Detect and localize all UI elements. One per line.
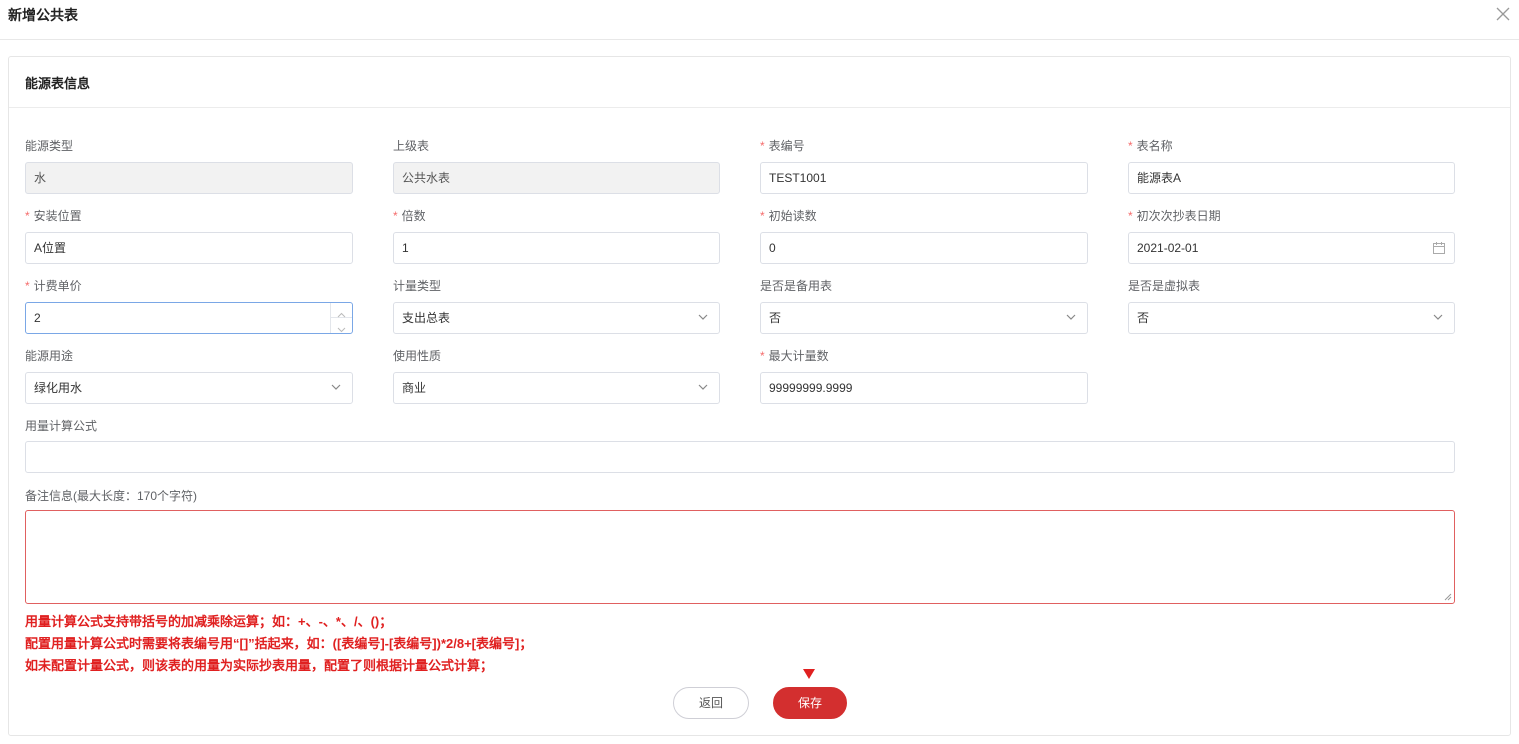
label-energy-type: 能源类型 (25, 139, 74, 153)
formula-input[interactable] (25, 441, 1455, 473)
label-remark: 备注信息(最大长度：170个字符) (25, 489, 198, 503)
label-max-count: * 最大计量数 (760, 349, 829, 363)
metering-type-select[interactable]: 支出总表 (393, 302, 720, 334)
dialog-header: 新增公共表 (0, 0, 1519, 40)
label-unit-price: * 计费单价 (25, 279, 82, 293)
label-meter-no: * 表编号 (760, 139, 805, 153)
multiplier-input[interactable]: 1 (393, 232, 720, 264)
energy-type-input: 水 (25, 162, 353, 194)
chevron-down-icon (331, 384, 341, 390)
formula-help-notes: 用量计算公式支持带括号的加减乘除运算；如：+、-、*、/、()； 配置用量计算公… (25, 611, 532, 677)
usage-nature-select[interactable]: 商业 (393, 372, 720, 404)
chevron-down-icon (1066, 314, 1076, 320)
stepper-controls (330, 303, 352, 333)
label-metering-type: 计量类型 (393, 279, 442, 293)
label-is-virtual: 是否是虚拟表 (1128, 279, 1201, 293)
label-energy-usage: 能源用途 (25, 349, 74, 363)
is-virtual-select[interactable]: 否 (1128, 302, 1455, 334)
meter-name-input[interactable]: 能源表A (1128, 162, 1455, 194)
unit-price-stepper[interactable]: 2 (25, 302, 353, 334)
dialog-title: 新增公共表 (8, 7, 78, 23)
remark-textarea[interactable] (25, 510, 1455, 604)
save-button[interactable]: 保存 (773, 687, 847, 719)
chevron-down-icon (698, 314, 708, 320)
label-multiplier: * 倍数 (393, 209, 426, 223)
note-line: 配置用量计算公式时需要将表编号用“[]”括起来，如：([表编号]-[表编号])*… (25, 636, 533, 651)
label-parent-meter: 上级表 (393, 139, 430, 153)
chevron-down-icon (1433, 314, 1443, 320)
calendar-icon[interactable] (1432, 241, 1446, 255)
parent-meter-input: 公共水表 (393, 162, 720, 194)
energy-usage-select[interactable]: 绿化用水 (25, 372, 353, 404)
increment-button[interactable] (331, 303, 352, 318)
install-location-input[interactable]: A位置 (25, 232, 353, 264)
note-line: 如未配置计量公式，则该表的用量为实际抄表用量，配置了则根据计量公式计算； (25, 658, 494, 673)
decrement-button[interactable] (331, 318, 352, 333)
first-read-date-picker[interactable]: 2021-02-01 (1128, 232, 1455, 264)
triangle-pointer-icon (803, 669, 815, 679)
initial-reading-input[interactable]: 0 (760, 232, 1088, 264)
label-usage-nature: 使用性质 (393, 349, 442, 363)
resize-handle-icon[interactable] (1444, 593, 1452, 601)
label-is-backup: 是否是备用表 (760, 279, 833, 293)
label-first-read-date: * 初次次抄表日期 (1128, 209, 1221, 223)
section-title: 能源表信息 (9, 57, 1510, 108)
label-install-location: * 安装位置 (25, 209, 82, 223)
back-button[interactable]: 返回 (673, 687, 749, 719)
note-line: 用量计算公式支持带括号的加减乘除运算；如：+、-、*、/、()； (25, 614, 393, 629)
chevron-down-icon (698, 384, 708, 390)
is-backup-select[interactable]: 否 (760, 302, 1088, 334)
label-formula: 用量计算公式 (25, 419, 98, 433)
chevron-down-icon (337, 327, 346, 333)
label-initial-reading: * 初始读数 (760, 209, 817, 223)
close-icon[interactable] (1495, 6, 1511, 22)
label-meter-name: * 表名称 (1128, 139, 1173, 153)
max-count-input[interactable]: 99999999.9999 (760, 372, 1088, 404)
meter-no-input[interactable]: TEST1001 (760, 162, 1088, 194)
